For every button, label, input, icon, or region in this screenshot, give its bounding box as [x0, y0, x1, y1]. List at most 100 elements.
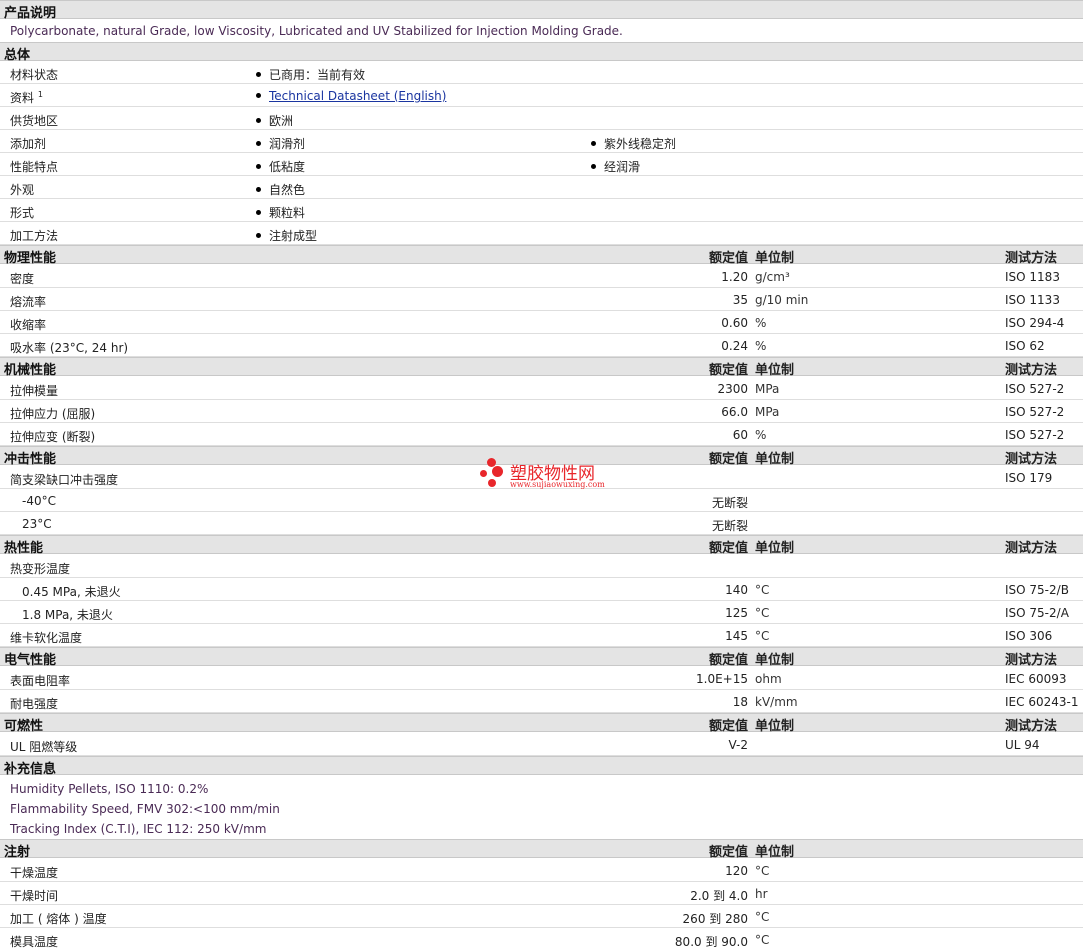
row-unit: % [755, 428, 767, 442]
row-label: 熔流率 [10, 295, 47, 309]
row-label: 供货地区 [10, 114, 59, 128]
row-label: 外观 [10, 183, 35, 197]
row-value: 0.24 [721, 339, 748, 353]
row-unit: °C [755, 910, 770, 924]
row-method: UL 94 [1005, 738, 1040, 752]
bullet-icon [256, 141, 261, 146]
section-title: 补充信息 [4, 762, 57, 777]
row-unit: % [755, 339, 767, 353]
col-header-method: 测试方法 [1005, 251, 1058, 266]
row-label: 添加剂 [10, 137, 47, 151]
section-title: 电气性能 [4, 653, 57, 668]
row-value: 260 到 280 [682, 912, 748, 926]
section-title: 物理性能 [4, 251, 57, 266]
table-row: 拉伸应力 (屈服) 66.0 MPa ISO 527-2 [0, 400, 1083, 423]
table-row: 加工 ( 熔体 ) 温度 260 到 280 °C [0, 905, 1083, 928]
section-header-supplement: 补充信息 [0, 756, 1083, 777]
row-value: 0.60 [721, 316, 748, 330]
col-header-method: 测试方法 [1005, 363, 1058, 378]
row-unit: °C [755, 583, 770, 597]
bullet-icon [591, 141, 596, 146]
row-unit: MPa [755, 382, 780, 396]
row-label: 收缩率 [10, 318, 47, 332]
section-title: 冲击性能 [4, 452, 57, 467]
bullet-item: 自然色 [256, 181, 305, 198]
section-title: 可燃性 [4, 719, 44, 734]
row-label: 维卡软化温度 [10, 631, 83, 645]
general-row-features: 性能特点 低粘度 经润滑 [0, 153, 1083, 176]
datasheet-link[interactable]: Technical Datasheet (English) [269, 89, 446, 103]
section-header-thermal: 热性能 额定值 单位制 测试方法 [0, 535, 1083, 556]
bullet-item: 经润滑 [591, 158, 640, 175]
row-value: 35 [732, 293, 748, 307]
row-unit: °C [755, 629, 770, 643]
bullet-icon [591, 164, 596, 169]
general-row-region: 供货地区 欧洲 [0, 107, 1083, 130]
row-method: ISO 527-2 [1005, 382, 1065, 396]
table-row: 熔流率 35 g/10 min ISO 1133 [0, 288, 1083, 311]
col-header-unit: 单位制 [755, 845, 795, 860]
row-label: 形式 [10, 206, 35, 220]
bullet-item: 紫外线稳定剂 [591, 135, 676, 152]
row-value: 145 [725, 629, 748, 643]
table-row: 23°C 无断裂 [0, 512, 1083, 535]
row-value: 60 [732, 428, 748, 442]
row-unit: g/cm³ [755, 270, 790, 284]
col-header-value: 额定值 [708, 541, 748, 556]
col-header-value: 额定值 [708, 251, 748, 266]
row-value: 1.20 [721, 270, 748, 284]
row-unit: °C [755, 864, 770, 878]
row-value: V-2 [728, 738, 748, 752]
table-row: 1.8 MPa, 未退火 125 °C ISO 75-2/A [0, 601, 1083, 624]
row-label: 表面电阻率 [10, 674, 71, 688]
bullet-icon [256, 72, 261, 77]
col-header-method: 测试方法 [1005, 452, 1058, 467]
logo-dot-icon [480, 470, 487, 477]
row-value: 140 [725, 583, 748, 597]
row-unit: hr [755, 887, 768, 901]
row-label: 性能特点 [10, 160, 59, 174]
table-row: 干燥温度 120 °C [0, 859, 1083, 882]
col-header-unit: 单位制 [755, 653, 795, 668]
table-row: -40°C 无断裂 [0, 489, 1083, 512]
row-unit: °C [755, 933, 770, 947]
row-value: 1.0E+15 [696, 672, 748, 686]
table-row: UL 阻燃等级 V-2 UL 94 [0, 733, 1083, 756]
table-row: 拉伸模量 2300 MPa ISO 527-2 [0, 377, 1083, 400]
row-method: IEC 60243-1 [1005, 695, 1079, 709]
supplement-note: Humidity Pellets, ISO 1110: 0.2% [10, 782, 209, 796]
row-method: ISO 527-2 [1005, 428, 1065, 442]
row-label: 拉伸应变 (断裂) [10, 430, 96, 444]
row-label: 吸水率 (23°C, 24 hr) [10, 341, 129, 355]
general-row-docs: 资料 1 Technical Datasheet (English) [0, 84, 1083, 107]
section-header-physical: 物理性能 额定值 单位制 测试方法 [0, 245, 1083, 266]
general-row-processing: 加工方法 注射成型 [0, 222, 1083, 245]
row-method: ISO 306 [1005, 629, 1053, 643]
section-header-description: 产品说明 [0, 0, 1083, 21]
col-header-value: 额定值 [708, 653, 748, 668]
table-row: 0.45 MPa, 未退火 140 °C ISO 75-2/B [0, 578, 1083, 601]
bullet-icon [256, 210, 261, 215]
product-description: Polycarbonate, natural Grade, low Viscos… [10, 24, 623, 38]
section-title: 产品说明 [4, 6, 57, 21]
table-row: 干燥时间 2.0 到 4.0 hr [0, 882, 1083, 905]
col-header-unit: 单位制 [755, 452, 795, 467]
row-value: 120 [725, 864, 748, 878]
bullet-item: 润滑剂 [256, 135, 305, 152]
row-method: ISO 75-2/B [1005, 583, 1069, 597]
row-unit: °C [755, 606, 770, 620]
general-row-additives: 添加剂 润滑剂 紫外线稳定剂 [0, 130, 1083, 153]
row-value: 无断裂 [711, 519, 748, 533]
general-row-form: 形式 颗粒料 [0, 199, 1083, 222]
row-label: 模具温度 [10, 935, 59, 949]
row-label: 热变形温度 [10, 562, 71, 576]
section-header-injection: 注射 额定值 单位制 [0, 839, 1083, 860]
col-header-method: 测试方法 [1005, 541, 1058, 556]
row-label: UL 阻燃等级 [10, 740, 78, 754]
table-row: 密度 1.20 g/cm³ ISO 1183 [0, 265, 1083, 288]
table-row: 耐电强度 18 kV/mm IEC 60243-1 [0, 690, 1083, 713]
row-method: ISO 62 [1005, 339, 1045, 353]
row-label: 拉伸应力 (屈服) [10, 407, 96, 421]
col-header-unit: 单位制 [755, 541, 795, 556]
table-row: 维卡软化温度 145 °C ISO 306 [0, 624, 1083, 647]
